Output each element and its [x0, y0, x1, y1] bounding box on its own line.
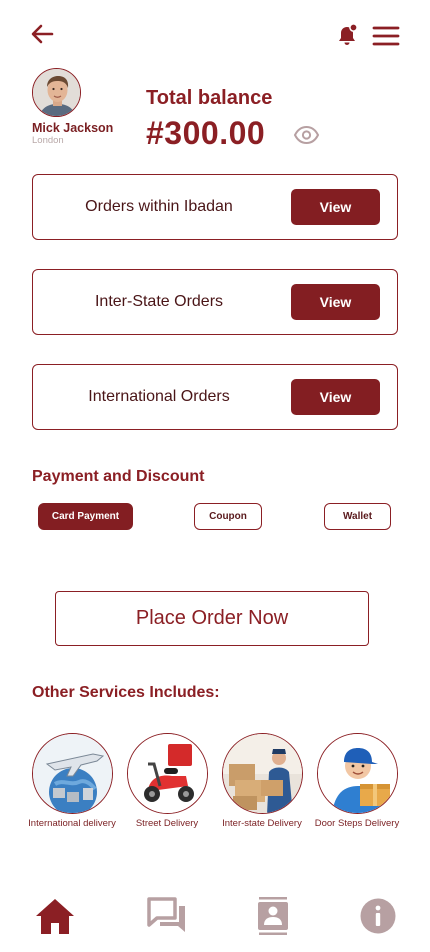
service-label: International delivery [28, 818, 116, 829]
home-icon [36, 899, 74, 934]
user-avatar-image [33, 69, 80, 116]
delivery-man-image [317, 734, 397, 813]
service-door-steps-delivery[interactable]: Door Steps Delivery [309, 733, 405, 829]
notification-button[interactable] [334, 22, 360, 48]
contacts-icon [258, 897, 288, 935]
hamburger-menu-icon [372, 26, 400, 46]
balance-label: Total balance [146, 87, 273, 109]
services-heading: Other Services Includes: [32, 684, 220, 701]
service-image-button[interactable] [316, 733, 398, 814]
place-order-button[interactable]: Place Order Now [55, 591, 369, 646]
chat-icon [147, 897, 185, 932]
scooter-image [127, 734, 207, 813]
service-label: Street Delivery [135, 818, 199, 829]
coupon-option[interactable]: Coupon [194, 503, 262, 530]
bell-icon [339, 23, 358, 45]
user-name: Mick Jackson [32, 121, 114, 135]
info-icon [360, 898, 396, 934]
service-street-delivery[interactable]: Street Delivery [119, 733, 215, 829]
service-image-button[interactable] [126, 733, 208, 814]
courier-van-image [222, 734, 302, 813]
payment-heading: Payment and Discount [32, 468, 205, 485]
service-image-button[interactable] [31, 733, 113, 814]
nav-home[interactable] [33, 894, 77, 938]
order-card-interstate: Inter-State Orders View [32, 269, 398, 335]
order-card-international: International Orders View [32, 364, 398, 430]
view-ibadan-orders-button[interactable]: View [291, 189, 380, 225]
service-label: Inter-state Delivery [222, 818, 302, 829]
nav-chat[interactable] [145, 894, 189, 938]
back-button[interactable] [28, 20, 58, 50]
nav-contacts[interactable] [251, 894, 295, 938]
service-image-button[interactable] [221, 733, 303, 814]
toggle-balance-visibility-button[interactable] [293, 124, 320, 146]
view-interstate-orders-button[interactable]: View [291, 284, 380, 320]
balance-amount: #300.00 [146, 115, 266, 151]
service-label: Door Steps Delivery [314, 818, 400, 829]
order-card-title: International Orders [88, 388, 230, 405]
order-card-title: Orders within Ibadan [85, 198, 233, 215]
order-card-ibadan: Orders within Ibadan View [32, 174, 398, 240]
service-interstate-delivery[interactable]: Inter-state Delivery [214, 733, 310, 829]
wallet-option[interactable]: Wallet [324, 503, 391, 530]
nav-info[interactable] [356, 894, 400, 938]
eye-icon [293, 125, 320, 145]
card-payment-option[interactable]: Card Payment [38, 503, 133, 530]
avatar[interactable] [32, 68, 81, 117]
user-location: London [32, 135, 64, 146]
view-international-orders-button[interactable]: View [291, 379, 380, 415]
service-international-delivery[interactable]: International delivery [24, 733, 120, 829]
arrow-left-icon [31, 24, 54, 44]
airplane-cargo-image [32, 734, 112, 813]
order-card-title: Inter-State Orders [94, 293, 224, 310]
menu-button[interactable] [372, 24, 400, 48]
